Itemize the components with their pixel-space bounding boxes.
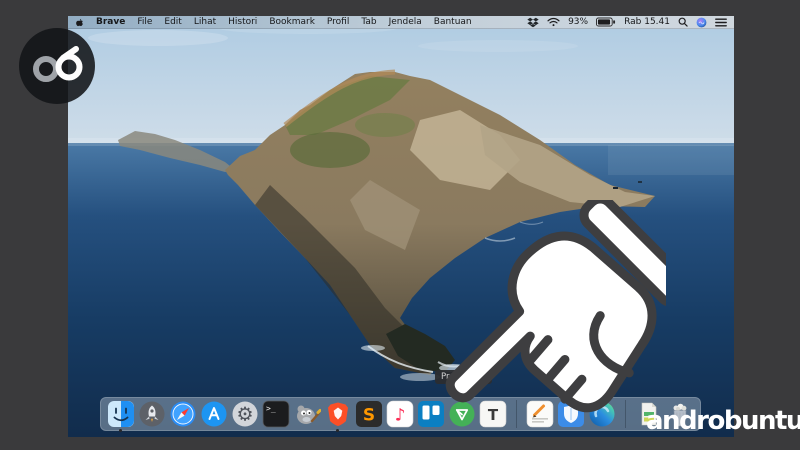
dock-item-launchpad[interactable] (138, 400, 166, 428)
dock-item-prefs[interactable]: ⚙ (231, 400, 259, 428)
dock-item-music[interactable]: ♪ (386, 400, 414, 428)
battery-percent: 93% (568, 17, 589, 27)
androbuntu-logo (19, 28, 95, 104)
svg-text:S: S (363, 406, 375, 426)
menu-item-bantuan[interactable]: Bantuan (434, 17, 472, 27)
menu-item-profil[interactable]: Profil (327, 17, 349, 27)
menu-item-tab[interactable]: Tab (361, 17, 376, 27)
svg-text:⚙: ⚙ (236, 404, 253, 426)
apple-logo-icon (76, 18, 83, 26)
menu-item-jendela[interactable]: Jendela (389, 17, 422, 27)
dock-item-safari[interactable] (169, 400, 197, 428)
apple-menu[interactable] (75, 17, 84, 28)
dock-item-gimp[interactable] (293, 400, 321, 428)
siri-icon[interactable] (696, 17, 707, 28)
menu-item-lihat[interactable]: Lihat (194, 17, 216, 27)
dock-item-terminal[interactable]: >_ (262, 400, 290, 428)
androbuntu-logo-icon (19, 28, 95, 104)
macos-desktop: Brave File Edit Lihat Histori Bookmark Profil… (68, 16, 734, 437)
battery-icon[interactable] (596, 17, 616, 27)
menu-bar: Brave File Edit Lihat Histori Bookmark Profil… (68, 16, 734, 29)
dock-item-finder[interactable] (107, 400, 135, 432)
menu-item-file[interactable]: File (137, 17, 152, 27)
menu-item-edit[interactable]: Edit (164, 17, 181, 27)
svg-text:>_: >_ (266, 404, 276, 413)
running-indicator (119, 429, 122, 432)
menu-bar-clock[interactable]: Rab 15.41 (624, 17, 670, 27)
dock-item-brave[interactable] (324, 400, 352, 432)
watermark: androbuntu (646, 406, 800, 436)
menu-bar-status: 93% Rab 15.41 (527, 17, 727, 28)
framed-screenshot: Brave File Edit Lihat Histori Bookmark Profil… (0, 0, 800, 450)
menu-item-bookmark[interactable]: Bookmark (269, 17, 315, 27)
dock-item-sublime[interactable]: S (355, 400, 383, 428)
notification-center-icon[interactable] (715, 18, 727, 27)
dropbox-icon[interactable] (527, 17, 539, 28)
running-indicator (336, 429, 339, 432)
wifi-icon[interactable] (547, 17, 560, 27)
menu-item-histori[interactable]: Histori (228, 17, 257, 27)
dock-item-appstore[interactable] (200, 400, 228, 428)
pointing-hand-cursor (445, 200, 666, 413)
menu-bar-left: Brave File Edit Lihat Histori Bookmark Profil… (75, 17, 472, 28)
menu-items: File Edit Lihat Histori Bookmark Profil Tab Jen… (137, 17, 471, 27)
active-app-name[interactable]: Brave (96, 17, 125, 27)
svg-text:♪: ♪ (395, 406, 406, 426)
spotlight-search-icon[interactable] (678, 17, 688, 27)
